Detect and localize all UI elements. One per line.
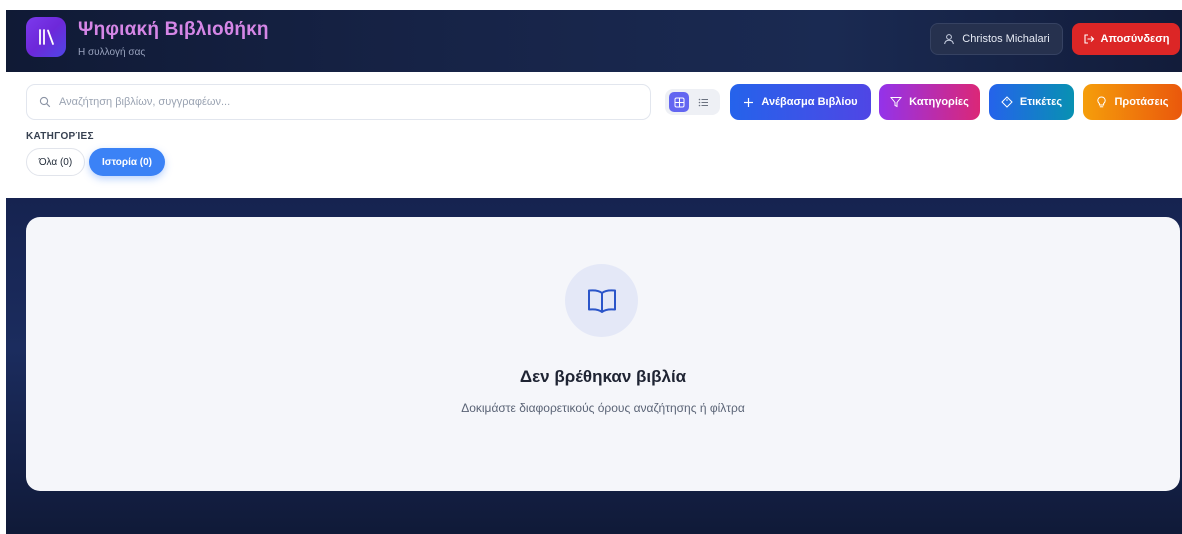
view-toggle — [665, 89, 720, 115]
list-icon — [698, 98, 708, 106]
search-box — [26, 84, 651, 120]
category-chip-all[interactable]: Όλα (0) — [26, 148, 85, 176]
user-profile-button[interactable]: Christos Michalari — [930, 23, 1063, 55]
categories-heading: ΚΑΤΗΓΟΡΊΕΣ — [26, 131, 94, 142]
app-title: Ψηφιακή Βιβλιοθήκη — [78, 19, 269, 40]
suggestions-label: Προτάσεις — [1114, 96, 1169, 108]
upload-book-label: Ανέβασμα Βιβλίου — [761, 96, 858, 108]
toolbar: Ανέβασμα Βιβλίου Κατηγορίες Ετικέτες Προ… — [6, 72, 1182, 198]
open-book-icon — [587, 288, 616, 313]
logout-label: Αποσύνδεση — [1100, 33, 1170, 45]
user-name: Christos Michalari — [962, 33, 1050, 45]
categories-button[interactable]: Κατηγορίες — [879, 84, 980, 120]
grid-icon — [674, 97, 684, 107]
library-icon — [39, 29, 54, 45]
empty-state-card: Δεν βρέθηκαν βιβλία Δοκιμάστε διαφορετικ… — [26, 217, 1180, 491]
category-chip-history[interactable]: Ιστορία (0) — [89, 148, 165, 176]
user-icon — [944, 34, 955, 45]
lightbulb-icon — [1097, 96, 1107, 108]
search-input[interactable] — [59, 96, 619, 108]
grid-view-button[interactable] — [669, 92, 689, 112]
upload-book-button[interactable]: Ανέβασμα Βιβλίου — [730, 84, 871, 120]
empty-state-message: Δοκιμάστε διαφορετικούς όρους αναζήτησης… — [461, 401, 745, 415]
list-view-button[interactable] — [693, 92, 713, 112]
plus-icon — [744, 97, 754, 107]
filter-icon — [890, 97, 903, 108]
tags-label: Ετικέτες — [1019, 96, 1063, 108]
top-navbar: Ψηφιακή Βιβλιοθήκη Η συλλογή σας Christo… — [6, 10, 1182, 72]
app-window: Ψηφιακή Βιβλιοθήκη Η συλλογή σας Christo… — [6, 0, 1182, 534]
search-icon — [39, 96, 51, 108]
suggestions-button[interactable]: Προτάσεις — [1083, 84, 1182, 120]
app-subtitle: Η συλλογή σας — [78, 47, 146, 58]
app-logo[interactable] — [26, 17, 66, 57]
main-content: Δεν βρέθηκαν βιβλία Δοκιμάστε διαφορετικ… — [6, 198, 1182, 534]
empty-state-title: Δεν βρέθηκαν βιβλία — [519, 367, 687, 386]
tag-icon — [1001, 96, 1013, 108]
logout-icon — [1083, 34, 1094, 44]
tags-button[interactable]: Ετικέτες — [989, 84, 1074, 120]
logout-button[interactable]: Αποσύνδεση — [1072, 23, 1180, 55]
empty-state-icon-circle — [565, 264, 638, 337]
categories-label: Κατηγορίες — [909, 96, 969, 108]
